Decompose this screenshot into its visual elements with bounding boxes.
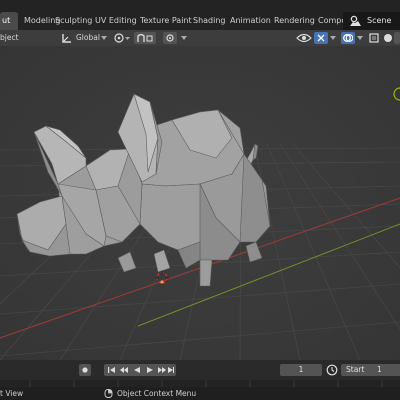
play-icon[interactable] — [147, 367, 153, 373]
scene-selector[interactable]: Scene — [343, 12, 400, 30]
status-context-menu-hint: Object Context Menu — [117, 389, 197, 398]
mouse-right-icon — [104, 389, 113, 398]
scene-icon — [350, 15, 361, 26]
playback-controls — [104, 364, 176, 376]
viewport-canvas — [0, 46, 400, 360]
gizmo-icon — [317, 34, 325, 42]
scene-name: Scene — [367, 16, 392, 25]
overlay-toggle[interactable] — [341, 32, 355, 44]
material-preview-button[interactable] — [394, 32, 400, 44]
start-frame-field[interactable]: Start 1 — [341, 364, 400, 376]
object-menu[interactable]: bject — [0, 30, 19, 46]
playback-icons — [108, 367, 174, 373]
transform-orientation-dropdown[interactable]: Global — [76, 30, 100, 46]
play-reverse-icon[interactable] — [134, 367, 140, 373]
chevron-down-icon — [330, 36, 336, 40]
topbar: ut Modeling Sculpting UV Editing Texture… — [0, 0, 400, 30]
start-frame-label: Start — [346, 365, 365, 374]
status-left-hint: t View — [0, 389, 24, 398]
pivot-point-icon[interactable] — [113, 32, 131, 44]
jump-end-icon[interactable] — [168, 367, 174, 373]
record-button[interactable] — [79, 364, 91, 376]
record-icon — [82, 367, 88, 373]
solid-shading-icon[interactable] — [383, 33, 393, 43]
timeline-header: 1 Start 1 — [0, 360, 400, 380]
gizmo-toggle[interactable] — [314, 32, 328, 44]
ruler-ticks — [29, 380, 383, 387]
snap-toggle[interactable] — [134, 32, 156, 44]
clock-icon[interactable] — [326, 364, 338, 376]
proportional-editing-toggle[interactable] — [163, 32, 177, 44]
prev-keyframe-icon[interactable] — [120, 367, 128, 373]
workspace-tab-layout[interactable]: ut — [0, 12, 18, 30]
viewport-header: bject Global — [0, 30, 400, 46]
chevron-down-icon — [357, 36, 363, 40]
timeline-ruler[interactable] — [0, 380, 400, 387]
transform-orientation-icon — [62, 34, 71, 43]
current-frame-field[interactable]: 1 — [280, 364, 322, 376]
chevron-down-icon — [181, 36, 187, 40]
visibility-icon[interactable] — [296, 32, 312, 44]
proportional-editing-icon — [166, 34, 174, 42]
xray-icon[interactable] — [369, 33, 379, 43]
start-frame-value: 1 — [377, 365, 382, 374]
workspace-tab-uv-editing[interactable]: UV Editing — [90, 12, 142, 30]
chevron-down-icon — [101, 36, 107, 40]
jump-start-icon[interactable] — [108, 367, 115, 373]
status-bar: t View Object Context Menu — [0, 387, 400, 400]
overlay-icon — [343, 34, 353, 42]
snap-icon — [137, 33, 153, 42]
object-origin-icon — [160, 280, 164, 284]
3d-viewport[interactable] — [0, 46, 400, 360]
next-keyframe-icon[interactable] — [158, 367, 166, 373]
